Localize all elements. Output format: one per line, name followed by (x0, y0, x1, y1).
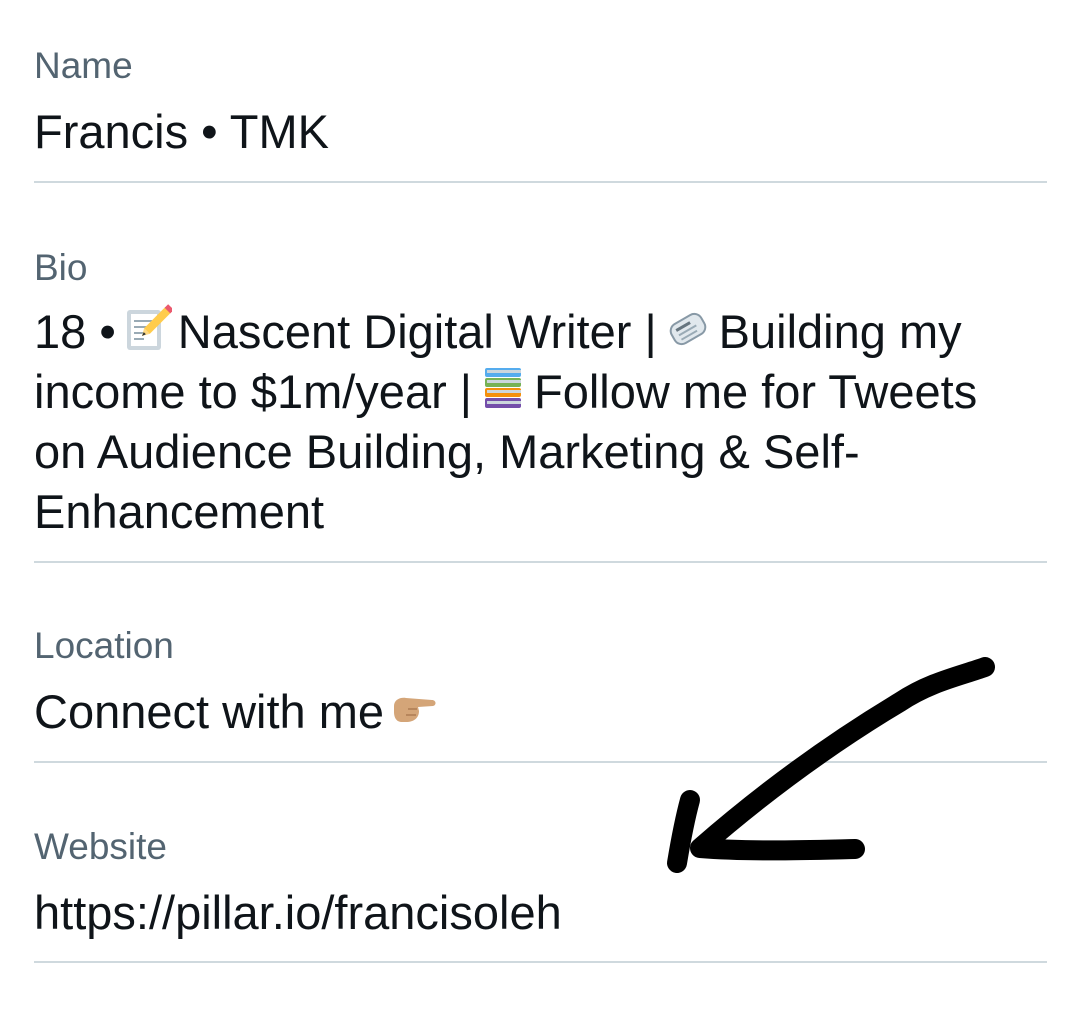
name-label: Name (34, 45, 133, 86)
newspaper-icon (663, 304, 713, 354)
website-field[interactable]: Website https://pillar.io/francisoleh (34, 763, 1047, 963)
location-label: Location (34, 625, 174, 666)
bio-text-age: 18 • (34, 305, 116, 358)
name-field[interactable]: Name Francis • TMK (34, 0, 1047, 183)
pointing-right-hand-icon (390, 684, 440, 734)
memo-icon (122, 304, 172, 354)
edit-profile-form: Name Francis • TMK Bio 18 • Nascent Digi… (0, 0, 1080, 1012)
location-input[interactable]: Connect with me (34, 682, 446, 742)
website-input[interactable]: https://pillar.io/francisoleh (34, 883, 562, 943)
location-text: Connect with me (34, 685, 385, 738)
name-input[interactable]: Francis • TMK (34, 102, 329, 162)
bio-input[interactable]: 18 • Nascent Digital Writer | Building m… (34, 302, 1034, 542)
website-label: Website (34, 826, 167, 867)
location-field[interactable]: Location Connect with me (34, 563, 1047, 763)
bio-field[interactable]: Bio 18 • Nascent Digital Writer | Buildi… (34, 183, 1047, 563)
books-icon (478, 364, 528, 414)
bio-label: Bio (34, 247, 88, 288)
bio-text-writer: Nascent Digital Writer | (177, 305, 657, 358)
